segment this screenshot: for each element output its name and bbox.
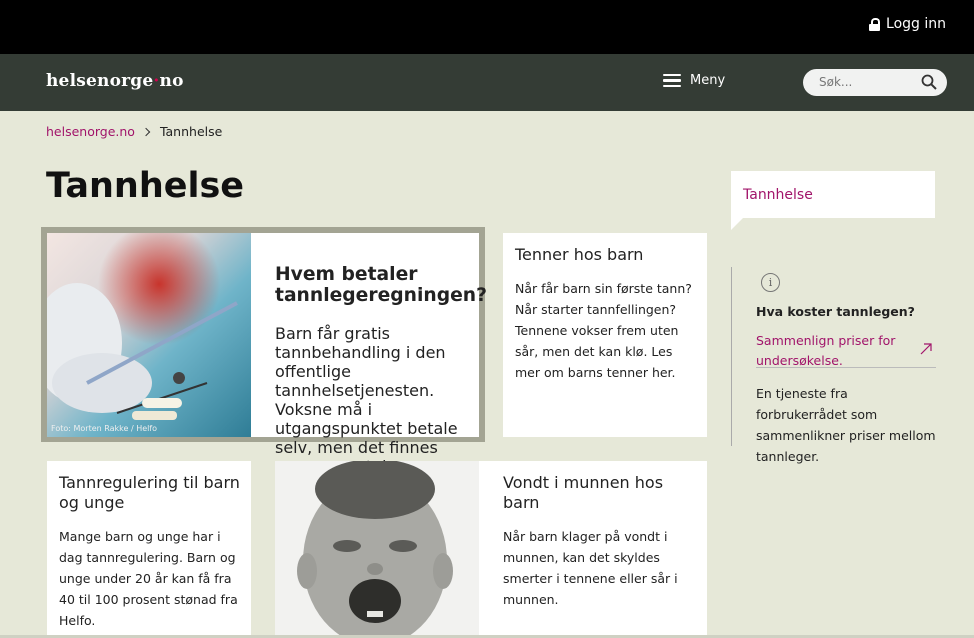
breadcrumb: helsenorge.no Tannhelse [46,124,222,139]
search-input[interactable] [817,74,921,90]
login-link[interactable]: Logg inn [869,16,946,32]
login-label: Logg inn [886,16,946,32]
card-mouth-pain-title[interactable]: Vondt i munnen hos barn [503,473,698,513]
menu-button[interactable]: Meny [663,73,725,88]
site-logo[interactable]: helsenorge·no [46,71,184,91]
featured-card-title[interactable]: Hvem betaler tannlegeregningen? [275,264,487,306]
featured-card[interactable]: Hvem betaler tannlegeregningen? Barn får… [251,233,487,476]
card-children-teeth[interactable]: Tenner hos barn Når får barn sin første … [503,233,707,437]
page-title: Tannhelse [46,166,245,206]
card-mouth-pain-text: Når barn klager på vondt i munnen, kan d… [503,529,678,607]
photo-credit: Foto: Morten Rakke / Helfo [51,424,158,433]
compare-prices-link[interactable]: Sammenlign priser for undersøkelse. [756,331,936,368]
menu-icon [663,73,681,88]
crying-child-illustration [275,461,479,635]
crying-child-photo[interactable] [275,461,479,635]
card-orthodontics[interactable]: Tannregulering til barn og unge Mange ba… [47,461,251,635]
featured-card-text: Barn får gratis tannbehandling i den off… [275,324,458,476]
info-icon: i [761,273,780,292]
logo-text-part2: no [159,71,184,91]
logo-text-part1: helsenorge [46,71,154,91]
breadcrumb-home-link[interactable]: helsenorge.no [46,124,135,139]
card-orthodontics-text: Mange barn og unge har i dag tannreguler… [59,529,238,628]
search-icon[interactable] [921,74,937,90]
top-bar: Logg inn [0,0,974,54]
card-children-teeth-text: Når får barn sin første tann? Når starte… [515,281,692,380]
card-orthodontics-title[interactable]: Tannregulering til barn og unge [59,473,245,513]
dental-photo-illustration [47,233,251,437]
lock-icon [869,17,881,31]
main-navbar: helsenorge·no Meny [0,54,974,111]
info-heading: Hva koster tannlegen? [756,304,915,319]
dental-tools-photo[interactable]: Foto: Morten Rakke / Helfo [47,233,251,437]
info-box: i Hva koster tannlegen? Sammenlign prise… [731,267,936,464]
compare-prices-label: Sammenlign priser for undersøkelse. [756,333,896,368]
info-description: En tjeneste fra forbrukerrådet som samme… [756,386,936,464]
card-mouth-pain[interactable]: Vondt i munnen hos barn Når barn klager … [479,461,707,635]
card-children-teeth-title[interactable]: Tenner hos barn [515,245,701,265]
sidebar-tab-label: Tannhelse [743,187,813,203]
chevron-right-icon [141,127,151,136]
menu-label: Meny [690,73,726,88]
search-box [803,69,947,96]
sidebar-tab-tannhelse[interactable]: Tannhelse [731,171,935,230]
external-arrow-icon [920,343,932,355]
breadcrumb-current: Tannhelse [159,124,223,139]
